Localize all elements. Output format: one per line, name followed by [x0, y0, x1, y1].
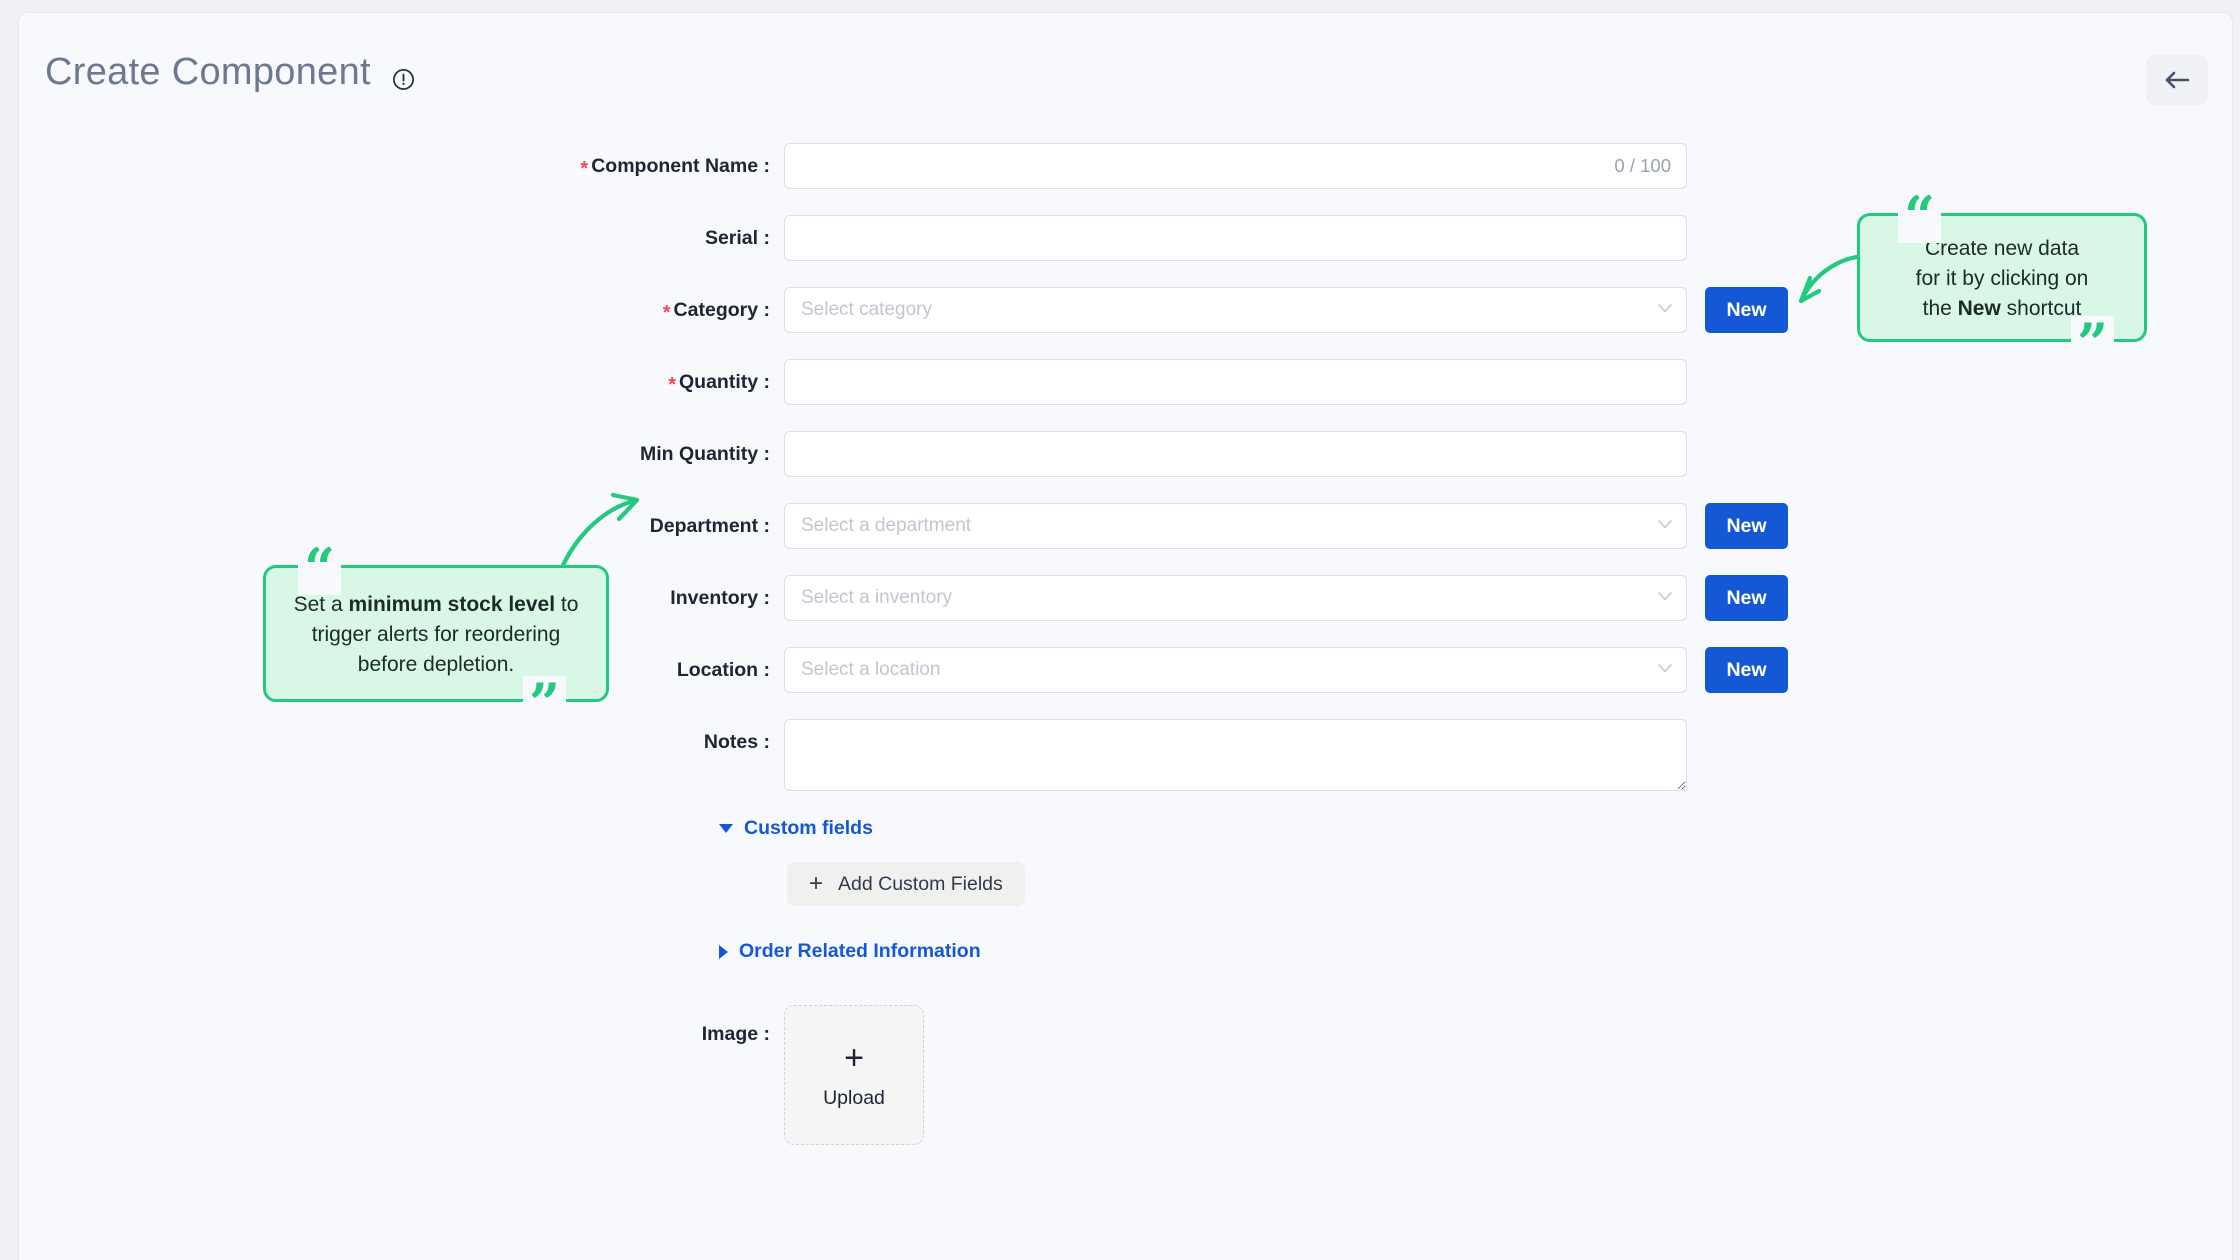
quote-close-icon: ” [2071, 316, 2114, 370]
field-row-department: Department : New [19, 503, 2232, 549]
label-category: *Category : [19, 287, 784, 333]
field-min-quantity [784, 431, 1687, 477]
triangle-down-icon [719, 824, 733, 833]
callout-right-line2: for it by clicking on [1876, 264, 2128, 294]
add-custom-fields-button[interactable]: + Add Custom Fields [787, 862, 1025, 906]
exclamation-circle-icon [391, 67, 416, 92]
serial-input[interactable] [784, 215, 1687, 261]
label-min-quantity: Min Quantity : [19, 431, 784, 477]
field-component-name: 0 / 100 [784, 143, 1687, 189]
order-related-label: Order Related Information [739, 940, 981, 963]
field-row-notes: Notes : [19, 719, 2232, 791]
new-inventory-button[interactable]: New [1705, 575, 1788, 621]
callout-left: “ Set a minimum stock level to trigger a… [263, 565, 609, 702]
department-select[interactable] [784, 503, 1687, 549]
upload-label: Upload [823, 1087, 885, 1110]
field-serial [784, 215, 1687, 261]
field-notes [784, 719, 1687, 791]
new-location-button[interactable]: New [1705, 647, 1788, 693]
image-upload-dropzone[interactable]: + Upload [784, 1005, 924, 1145]
label-department: Department : [19, 503, 784, 549]
required-asterisk: * [663, 302, 671, 324]
custom-fields-toggle[interactable]: Custom fields [719, 817, 873, 840]
department-select-input[interactable] [784, 503, 1687, 549]
order-related-toggle[interactable]: Order Related Information [719, 940, 981, 963]
triangle-right-icon [719, 945, 728, 959]
back-button[interactable] [2146, 55, 2208, 105]
required-asterisk: * [668, 374, 676, 396]
new-department-button[interactable]: New [1705, 503, 1788, 549]
category-select-input[interactable] [784, 287, 1687, 333]
field-image: + Upload [784, 1005, 924, 1145]
label-image: Image : [19, 1005, 784, 1063]
notes-textarea[interactable] [784, 719, 1687, 791]
field-inventory: New [784, 575, 1687, 621]
page-title: Create Component [45, 51, 371, 94]
field-row-image: Image : + Upload [19, 1005, 2232, 1145]
page-root: Create Component *Component Name : [0, 0, 2240, 1260]
quote-open-icon: “ [298, 541, 341, 595]
category-select[interactable] [784, 287, 1687, 333]
field-quantity [784, 359, 1687, 405]
section-row-custom-fields: Custom fields [19, 817, 2232, 840]
field-department: New [784, 503, 1687, 549]
inventory-select-input[interactable] [784, 575, 1687, 621]
custom-fields-body: + Add Custom Fields [19, 862, 2232, 906]
custom-fields-label: Custom fields [744, 817, 873, 840]
label-notes: Notes : [19, 719, 784, 765]
field-location: New [784, 647, 1687, 693]
new-category-button[interactable]: New [1705, 287, 1788, 333]
label-component-name: *Component Name : [19, 143, 784, 189]
location-select[interactable] [784, 647, 1687, 693]
required-asterisk: * [580, 158, 588, 180]
field-row-component-name: *Component Name : 0 / 100 [19, 143, 2232, 189]
quote-close-icon: ” [523, 676, 566, 730]
field-row-quantity: *Quantity : [19, 359, 2232, 405]
add-custom-fields-label: Add Custom Fields [838, 873, 1003, 896]
create-component-card: Create Component *Component Name : [18, 12, 2233, 1260]
plus-icon: + [844, 1041, 864, 1075]
quantity-input[interactable] [784, 359, 1687, 405]
callout-left-line2: trigger alerts for reordering [286, 620, 586, 650]
label-serial: Serial : [19, 215, 784, 261]
quote-open-icon: “ [1898, 189, 1941, 243]
field-row-min-quantity: Min Quantity : [19, 431, 2232, 477]
inventory-select[interactable] [784, 575, 1687, 621]
field-category: New [784, 287, 1687, 333]
min-quantity-input[interactable] [784, 431, 1687, 477]
section-row-order-related: Order Related Information [19, 940, 2232, 963]
label-quantity: *Quantity : [19, 359, 784, 405]
location-select-input[interactable] [784, 647, 1687, 693]
arrow-left-icon [2164, 70, 2190, 90]
callout-right: “ Create new data for it by clicking on … [1857, 213, 2147, 342]
component-name-input[interactable] [784, 143, 1687, 189]
plus-icon: + [809, 872, 823, 896]
